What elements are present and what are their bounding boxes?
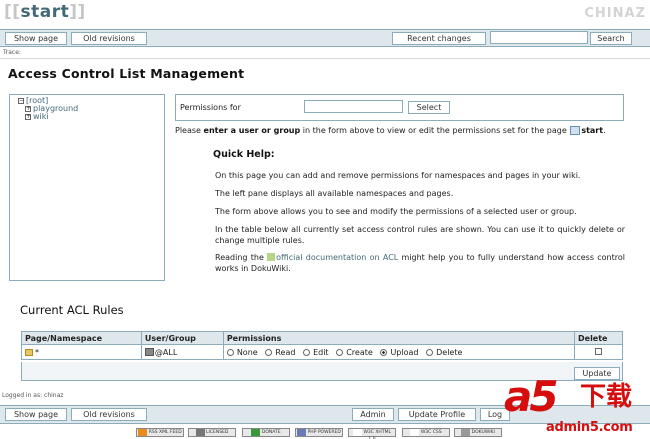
radio-edit[interactable] (303, 348, 311, 356)
page-title: Access Control List Management (8, 66, 244, 81)
instruction-prefix: Please (175, 126, 201, 135)
instruction-end: . (603, 126, 606, 135)
rss-icon (138, 429, 148, 436)
col-delete: Delete (574, 331, 623, 345)
group-value: @ALL (154, 347, 178, 357)
watermark-url: admin5.com (546, 420, 633, 435)
recent-changes-button[interactable]: Recent changes (392, 32, 486, 45)
old-revisions-button[interactable]: Old revisions (71, 408, 147, 421)
radio-read[interactable] (265, 348, 273, 356)
update-profile-button[interactable]: Update Profile (398, 408, 476, 421)
old-revisions-button[interactable]: Old revisions (71, 32, 147, 45)
logo-open: [[ (4, 2, 21, 22)
col-permissions: Permissions (222, 331, 576, 345)
tree-node-wiki[interactable]: + wiki (25, 112, 49, 121)
col-user-group: User/Group (140, 331, 224, 345)
admin-button[interactable]: Admin (352, 408, 394, 421)
page-title-text: Access Control List Management (8, 66, 245, 81)
cell-namespace: * (21, 344, 142, 360)
tree-node-label[interactable]: wiki (33, 112, 49, 121)
instruction-page: start (581, 126, 604, 135)
watermark-cn: 下载 (580, 382, 633, 412)
namespace-value: * (35, 347, 39, 357)
site-brand: CHINAZ (584, 6, 646, 21)
radio-delete[interactable] (426, 348, 434, 356)
permissions-form: Permissions for Select (175, 94, 624, 121)
breadcrumb-trace: Trace: (3, 49, 21, 56)
namespace-tree: − [root] + playground + wiki (9, 94, 165, 281)
perm-label: Upload (390, 347, 419, 357)
table-header: Page/Namespace User/Group Permissions De… (21, 331, 623, 345)
acl-documentation-link[interactable]: official documentation on ACL (276, 253, 398, 262)
help-p5-prefix: Reading the (215, 253, 264, 262)
badge-label: DONATE (261, 430, 281, 435)
watermark-logo: a5 下载 admin5.com (498, 372, 650, 439)
acl-table: Page/Namespace User/Group Permissions De… (21, 331, 623, 360)
perm-label: Read (275, 347, 296, 357)
divider (0, 58, 650, 59)
perm-label: Delete (436, 347, 463, 357)
badge-label: W3C CSS (420, 430, 442, 435)
wiki-logo[interactable]: [[start]] (4, 2, 86, 22)
cell-permissions: None Read Edit Create Upload Delete (222, 344, 576, 360)
badge-label: DOKUWIKI (471, 430, 495, 435)
collapse-icon[interactable]: − (18, 98, 24, 104)
namespace-icon (25, 348, 33, 356)
badge-dokuwiki[interactable]: DOKUWIKI (454, 428, 502, 437)
badge-php[interactable]: PHP POWERED (295, 428, 343, 437)
permissions-for-label: Permissions for (180, 103, 241, 112)
php-icon (297, 429, 307, 436)
w3c-icon (353, 429, 363, 436)
show-page-button[interactable]: Show page (5, 32, 67, 45)
document-icon (267, 253, 276, 261)
user-group-input[interactable] (304, 100, 403, 113)
badge-label: RSS XML FEED (148, 430, 182, 435)
perm-label: Edit (313, 347, 329, 357)
donate-icon (251, 429, 261, 436)
search-input[interactable] (490, 31, 588, 44)
help-paragraph: On this page you can add and remove perm… (215, 171, 581, 180)
acl-section-title: Current ACL Rules (20, 303, 124, 317)
help-paragraph: The form above allows you to see and mod… (215, 207, 577, 216)
badge-css[interactable]: W3C CSS (402, 428, 450, 437)
badge-label: LICENSED (206, 430, 229, 435)
badge-donate[interactable]: DONATE (242, 428, 290, 437)
radio-upload[interactable] (380, 348, 388, 356)
logo-close: ]] (69, 2, 86, 22)
top-toolbar: Show page Old revisions Recent changes S… (0, 29, 650, 47)
delete-checkbox[interactable] (595, 347, 602, 355)
radio-none[interactable] (226, 348, 234, 356)
help-paragraph: Reading the official documentation on AC… (215, 252, 625, 274)
help-paragraph: In the table below all currently set acc… (215, 225, 625, 245)
perm-label: Create (346, 347, 373, 357)
badge-label: W3C XHTML 1.0 (363, 430, 391, 439)
logged-in-status: Logged in as: chinaz (2, 392, 64, 399)
table-row: * @ALL None Read Edit Create Upload Dele… (21, 344, 623, 360)
badge-label: PHP POWERED (307, 430, 341, 435)
col-page-namespace: Page/Namespace (21, 331, 142, 345)
badge-xhtml[interactable]: W3C XHTML 1.0 (348, 428, 396, 439)
badge-license[interactable]: LICENSED (188, 428, 236, 437)
group-icon (144, 347, 154, 356)
select-button[interactable]: Select (408, 101, 450, 114)
logo-page-name[interactable]: start (21, 2, 70, 22)
license-icon (195, 429, 205, 436)
perm-label: None (236, 347, 258, 357)
help-paragraph: The left pane displays all available nam… (215, 189, 454, 198)
instruction-suffix: in the form above to view or edit the pe… (302, 126, 567, 135)
w3c-icon (410, 429, 420, 436)
show-page-button[interactable]: Show page (5, 408, 67, 421)
cell-group: @ALL (140, 344, 224, 360)
watermark-mark: a5 (504, 372, 559, 421)
badge-rss[interactable]: RSS XML FEED (136, 428, 184, 437)
expand-icon[interactable]: + (25, 114, 31, 120)
page-icon (570, 126, 581, 135)
radio-create[interactable] (336, 348, 344, 356)
instruction-text: Please enter a user or group in the form… (175, 126, 606, 135)
search-button[interactable]: Search (590, 32, 632, 45)
cell-delete (574, 344, 623, 360)
instruction-bold: enter a user or group (203, 126, 301, 135)
quick-help-title: Quick Help: (213, 149, 275, 160)
dokuwiki-icon (461, 429, 471, 436)
